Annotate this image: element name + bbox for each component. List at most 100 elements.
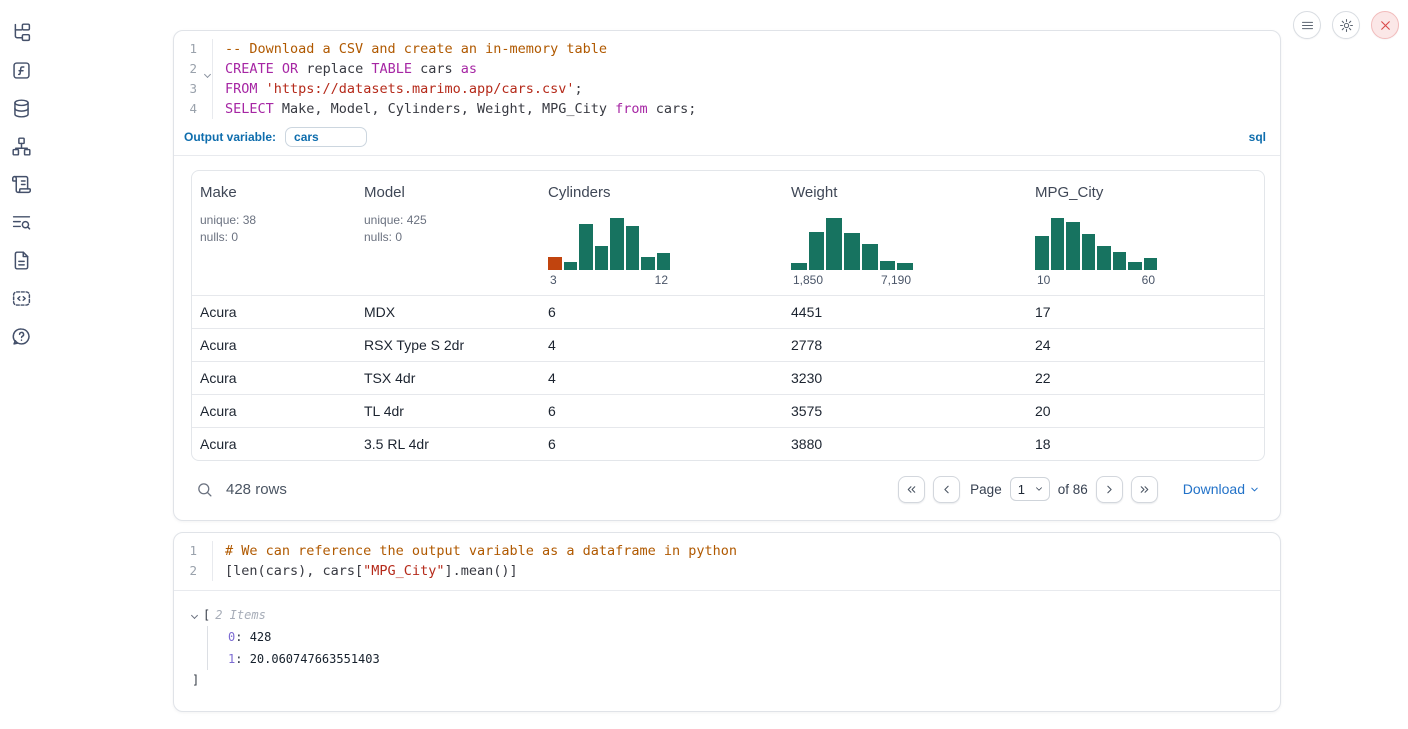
table-cell: TSX 4dr [356,361,540,394]
language-badge[interactable]: sql [1249,130,1266,144]
first-page-button[interactable] [898,476,925,503]
histogram-bar[interactable] [1144,258,1158,269]
code-line[interactable]: 1# We can reference the output variable … [174,541,1280,561]
histogram-bar[interactable] [610,218,624,270]
table-cell: 6 [540,427,783,460]
code-line[interactable]: 1-- Download a CSV and create an in-memo… [174,39,1280,59]
histogram-max-label: 60 [1142,273,1155,287]
histogram-bar[interactable] [548,257,562,269]
table-row[interactable]: AcuraMDX6445117 [192,295,1265,328]
chevron-down-icon [1034,484,1044,494]
histogram-bar[interactable] [657,253,671,269]
close-bracket: ] [192,670,1280,690]
table-cell: 3575 [783,394,1027,427]
table-cell: 24 [1027,328,1265,361]
histogram-bar[interactable] [826,218,842,270]
histogram-bar[interactable] [1051,218,1065,270]
table-cell: 4451 [783,295,1027,328]
table-cell: RSX Type S 2dr [356,328,540,361]
collapse-chevron-icon[interactable] [191,611,198,618]
code-line[interactable]: 2CREATE OR replace TABLE cars as [174,59,1280,79]
items-count: 2 Items [215,604,266,626]
histogram-bar[interactable] [626,226,640,270]
histogram-bar[interactable] [809,232,825,270]
code-line[interactable]: 4SELECT Make, Model, Cylinders, Weight, … [174,99,1280,119]
histogram-bar[interactable] [791,263,807,269]
settings-gear-icon[interactable] [1332,11,1360,39]
column-title: Cylinders [548,184,775,201]
tree-root[interactable]: [ 2 Items [192,604,1280,626]
histogram-bars [548,218,670,270]
output-variable-input[interactable] [285,127,367,147]
code-text: -- Download a CSV and create an in-memor… [212,39,1280,59]
histogram-bar[interactable] [564,262,578,270]
histogram-bar[interactable] [595,246,609,269]
table-cell: 2778 [783,328,1027,361]
column-title: Weight [791,184,1019,201]
dependency-graph-icon[interactable] [9,134,33,158]
column-title: MPG_City [1035,184,1258,201]
table-row[interactable]: AcuraRSX Type S 2dr4277824 [192,328,1265,361]
column-header-cylinders[interactable]: Cylinders 312 [540,171,783,295]
table-cell: 3880 [783,427,1027,460]
table-row[interactable]: AcuraTL 4dr6357520 [192,394,1265,427]
shutdown-close-icon[interactable] [1371,11,1399,39]
logs-search-icon[interactable] [9,210,33,234]
histogram-bars [791,218,913,270]
last-page-button[interactable] [1131,476,1158,503]
histogram-bar[interactable] [897,263,913,270]
column-header-make[interactable]: Makeunique: 38nulls: 0 [192,171,356,295]
histogram-bar[interactable] [844,233,860,270]
snippets-code-icon[interactable] [9,286,33,310]
code-text: # We can reference the output variable a… [212,541,1280,561]
histogram-bar[interactable] [1097,246,1111,269]
top-actions [1293,11,1399,39]
tree-entries: 0: 4281: 20.060747663551403 [207,626,1280,670]
next-page-button[interactable] [1096,476,1123,503]
page-select[interactable]: 1 [1010,477,1050,501]
histogram-min-label: 1,850 [793,273,823,287]
cars-table: Makeunique: 38nulls: 0Modelunique: 425nu… [192,171,1265,460]
histogram-bar[interactable] [1066,222,1080,269]
table-cell: 4 [540,361,783,394]
variables-function-icon[interactable] [9,58,33,82]
python-cell: 1# We can reference the output variable … [173,532,1281,712]
histogram-bar[interactable] [1082,234,1096,270]
data-table-card: Makeunique: 38nulls: 0Modelunique: 425nu… [191,170,1265,461]
histogram-bar[interactable] [1035,236,1049,270]
documentation-file-icon[interactable] [9,248,33,272]
line-number: 2 [174,59,212,79]
histogram-min-label: 3 [550,273,557,287]
table-row[interactable]: AcuraTSX 4dr4323022 [192,361,1265,394]
previous-page-button[interactable] [933,476,960,503]
scratchpad-scroll-icon[interactable] [9,172,33,196]
help-chat-icon[interactable] [9,324,33,348]
line-number: 1 [174,39,212,59]
histogram-axis-labels: 312 [548,270,670,287]
search-icon[interactable] [196,481,213,498]
histogram-axis-labels: 1060 [1035,270,1157,287]
histogram-bar[interactable] [641,257,655,269]
code-line[interactable]: 3FROM 'https://datasets.marimo.app/cars.… [174,79,1280,99]
histogram-bar[interactable] [880,261,896,270]
column-title: Make [200,184,348,201]
table-row[interactable]: Acura3.5 RL 4dr6388018 [192,427,1265,460]
output-variable-label: Output variable: [184,130,276,144]
python-code-editor[interactable]: 1# We can reference the output variable … [174,533,1280,591]
code-line[interactable]: 2[len(cars), cars["MPG_City"].mean()] [174,561,1280,581]
table-cell: 3.5 RL 4dr [356,427,540,460]
column-header-model[interactable]: Modelunique: 425nulls: 0 [356,171,540,295]
file-explorer-tree-icon[interactable] [9,20,33,44]
histogram-bar[interactable] [579,224,593,269]
chevron-down-icon [1249,484,1260,495]
histogram-bar[interactable] [862,244,878,270]
download-button[interactable]: Download [1183,481,1260,497]
datasources-database-icon[interactable] [9,96,33,120]
histogram-bar[interactable] [1128,262,1142,270]
column-header-mpg_city[interactable]: MPG_City 1060 [1027,171,1265,295]
histogram-bar[interactable] [1113,252,1127,269]
sql-cell: 1-- Download a CSV and create an in-memo… [173,30,1281,521]
sql-code-editor[interactable]: 1-- Download a CSV and create an in-memo… [174,31,1280,124]
menu-icon[interactable] [1293,11,1321,39]
column-header-weight[interactable]: Weight1,8507,190 [783,171,1027,295]
